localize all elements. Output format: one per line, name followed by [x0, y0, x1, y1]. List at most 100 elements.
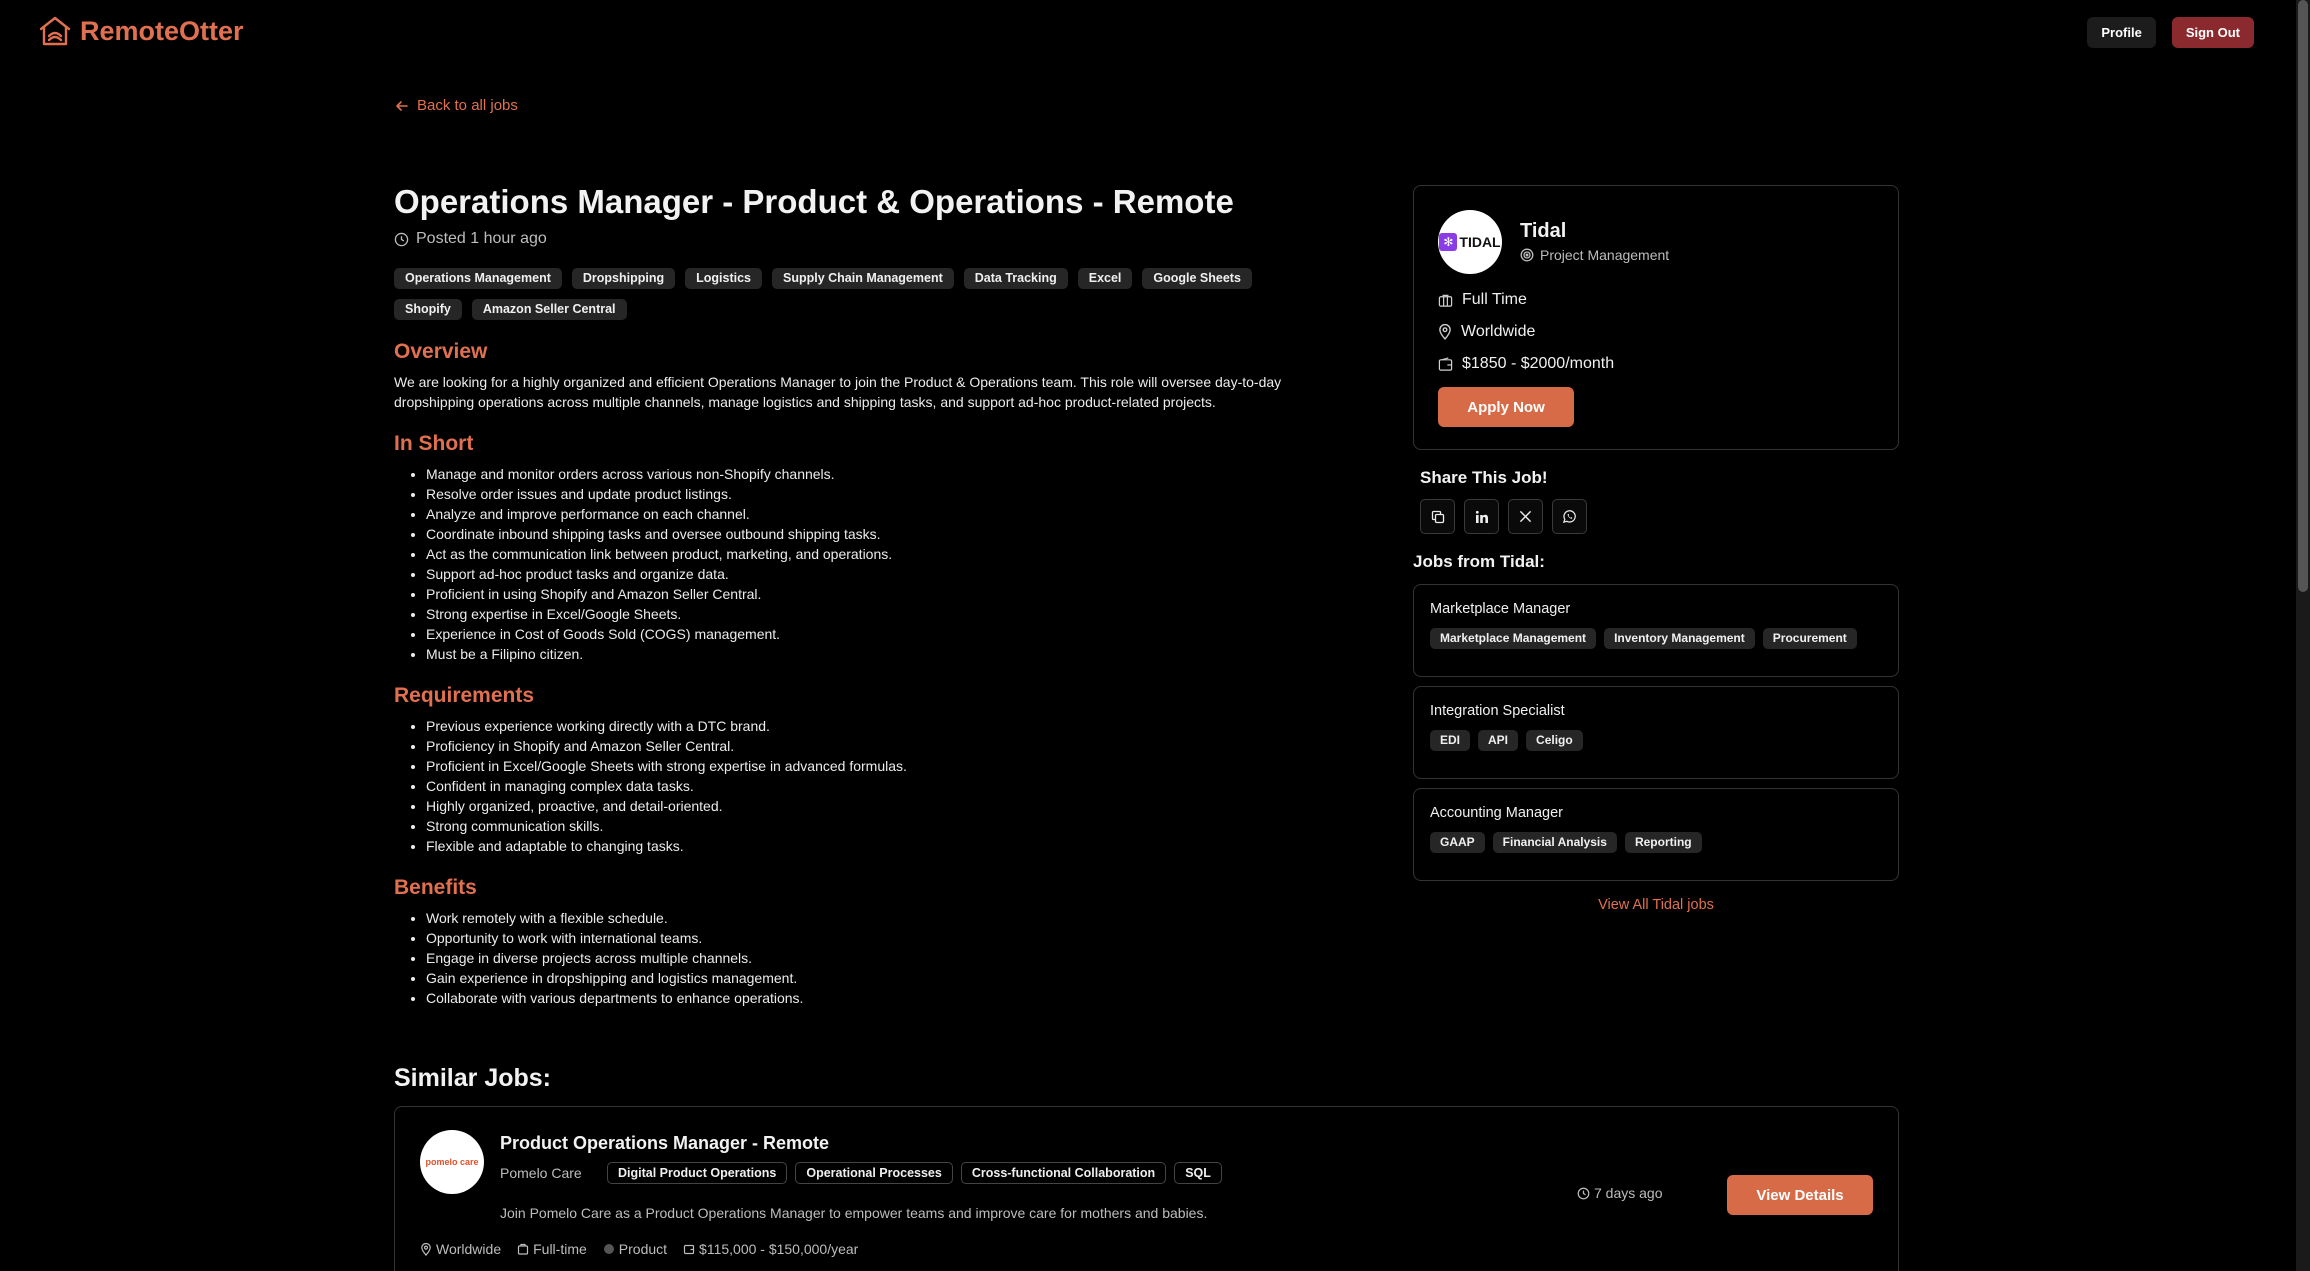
company-job-title[interactable]: Accounting Manager	[1430, 805, 1563, 821]
back-to-jobs-link[interactable]: Back to all jobs	[395, 97, 518, 114]
benefits-list: Work remotely with a flexible schedule. …	[394, 908, 1324, 1008]
similar-jobs-heading: Similar Jobs:	[394, 1064, 551, 1092]
company-job-card[interactable]: Accounting Manager GAAP Financial Analys…	[1413, 788, 1899, 881]
requirements-heading: Requirements	[394, 684, 535, 707]
salary-info: $1850 - $2000/month	[1438, 355, 1614, 373]
job-type-info: Full Time	[1438, 291, 1527, 309]
meta-location: Worldwide	[420, 1241, 501, 1257]
list-item: Flexible and adaptable to changing tasks…	[426, 836, 1324, 856]
overview-heading: Overview	[394, 340, 488, 363]
scrollbar-thumb[interactable]	[2298, 0, 2308, 592]
company-category-label: Project Management	[1540, 247, 1670, 263]
posted-label: 7 days ago	[1594, 1185, 1663, 1201]
similar-job-meta: Worldwide Full-time Product $115,000 - $…	[420, 1241, 858, 1257]
house-icon	[39, 16, 71, 46]
company-job-title[interactable]: Integration Specialist	[1430, 703, 1565, 719]
list-item: Work remotely with a flexible schedule.	[426, 908, 1324, 928]
overview-text: We are looking for a highly organized an…	[394, 374, 1282, 410]
brand-logo[interactable]: RemoteOtter	[38, 14, 244, 48]
job-tag: Operations Management	[394, 268, 562, 289]
location-info: Worldwide	[1438, 323, 1535, 341]
share-heading: Share This Job!	[1420, 468, 1548, 487]
job-tag: Excel	[1077, 268, 1133, 289]
clock-icon	[394, 232, 409, 246]
list-item: Proficiency in Shopify and Amazon Seller…	[426, 736, 1324, 756]
share-linkedin-button[interactable]	[1464, 499, 1499, 534]
x-icon	[1519, 510, 1532, 523]
similar-job-description: Join Pomelo Care as a Product Operations…	[500, 1205, 1208, 1221]
company-job-card[interactable]: Integration Specialist EDI API Celigo	[1413, 686, 1899, 779]
meta-salary-label: $115,000 - $150,000/year	[699, 1241, 859, 1257]
job-tag: Celigo	[1526, 730, 1583, 751]
benefits-heading: Benefits	[394, 876, 477, 899]
requirements-list: Previous experience working directly wit…	[394, 716, 1324, 856]
meta-job-type-label: Full-time	[533, 1241, 587, 1257]
company-category: Project Management	[1520, 247, 1669, 263]
list-item: Highly organized, proactive, and detail-…	[426, 796, 1324, 816]
meta-job-type: Full-time	[517, 1241, 587, 1257]
job-tags: Operations Management Dropshipping Logis…	[394, 268, 1324, 320]
list-item: Proficient in Excel/Google Sheets with s…	[426, 756, 1324, 776]
company-job-tags: GAAP Financial Analysis Reporting	[1430, 832, 1702, 853]
whatsapp-icon	[1562, 510, 1576, 524]
job-tag: Logistics	[685, 268, 762, 289]
share-x-button[interactable]	[1508, 499, 1543, 534]
wallet-icon	[683, 1244, 695, 1255]
job-tag: Procurement	[1762, 628, 1857, 649]
sign-out-button[interactable]: Sign Out	[2171, 17, 2254, 48]
similar-job-title[interactable]: Product Operations Manager - Remote	[500, 1133, 829, 1154]
wallet-icon	[1438, 356, 1453, 371]
job-tag: API	[1478, 730, 1519, 751]
list-item: Coordinate inbound shipping tasks and ov…	[426, 524, 1324, 544]
jobs-from-company-heading: Jobs from Tidal:	[1413, 552, 1545, 571]
view-details-button[interactable]: View Details	[1727, 1175, 1873, 1215]
company-logo: pomelo care	[420, 1130, 484, 1194]
brand-name: RemoteOtter	[80, 15, 244, 46]
company-card: ✻ TIDAL Tidal Project Management Full Ti…	[1413, 185, 1899, 450]
job-tag: Digital Product Operations	[607, 1162, 788, 1184]
share-whatsapp-button[interactable]	[1552, 499, 1587, 534]
job-tag: Inventory Management	[1604, 628, 1755, 649]
job-tag: Marketplace Management	[1430, 628, 1597, 649]
company-logo-text: TIDAL	[1459, 234, 1501, 250]
list-item: Opportunity to work with international t…	[426, 928, 1324, 948]
company-job-card[interactable]: Marketplace Manager Marketplace Manageme…	[1413, 584, 1899, 677]
in-short-list: Manage and monitor orders across various…	[394, 464, 1324, 664]
similar-job-card[interactable]: pomelo care Product Operations Manager -…	[394, 1106, 1899, 1271]
top-navigation-bar: RemoteOtter Profile Sign Out	[0, 0, 2310, 64]
list-item: Gain experience in dropshipping and logi…	[426, 968, 1324, 988]
copy-link-button[interactable]	[1420, 499, 1455, 534]
category-dot-icon	[603, 1244, 614, 1254]
meta-location-label: Worldwide	[436, 1241, 502, 1257]
company-name[interactable]: Tidal	[1520, 220, 1566, 243]
back-link-label: Back to all jobs	[417, 97, 518, 114]
job-type-label: Full Time	[1462, 291, 1527, 308]
linkedin-icon	[1475, 510, 1488, 523]
map-pin-icon	[1439, 324, 1451, 340]
briefcase-icon	[1438, 294, 1453, 307]
similar-job-posted: 7 days ago	[1577, 1185, 1663, 1201]
posted-time: Posted 1 hour ago	[394, 230, 1324, 248]
apply-now-button[interactable]: Apply Now	[1438, 387, 1574, 427]
in-short-heading: In Short	[394, 432, 474, 455]
meta-category-label: Product	[618, 1241, 668, 1257]
arrow-left-icon	[396, 100, 408, 111]
header-actions: Profile Sign Out	[2087, 17, 2254, 48]
copy-icon	[1431, 510, 1444, 523]
job-tag: Reporting	[1624, 832, 1702, 853]
list-item: Must be a Filipino citizen.	[426, 644, 1324, 664]
job-tag: Data Tracking	[963, 268, 1068, 289]
clock-icon	[1577, 1187, 1590, 1199]
view-all-company-jobs-link[interactable]: View All Tidal jobs	[1413, 897, 1899, 913]
profile-button[interactable]: Profile	[2087, 17, 2156, 48]
company-logo-text: pomelo care	[425, 1157, 479, 1167]
list-item: Collaborate with various departments to …	[426, 988, 1324, 1008]
job-tag: Operational Processes	[795, 1162, 953, 1184]
location-label: Worldwide	[1461, 323, 1536, 340]
company-job-title[interactable]: Marketplace Manager	[1430, 601, 1570, 617]
page-scrollbar[interactable]	[2296, 0, 2310, 1271]
job-tag: Financial Analysis	[1492, 832, 1617, 853]
job-tag: Dropshipping	[571, 268, 676, 289]
share-buttons	[1420, 499, 1587, 534]
list-item: Confident in managing complex data tasks…	[426, 776, 1324, 796]
